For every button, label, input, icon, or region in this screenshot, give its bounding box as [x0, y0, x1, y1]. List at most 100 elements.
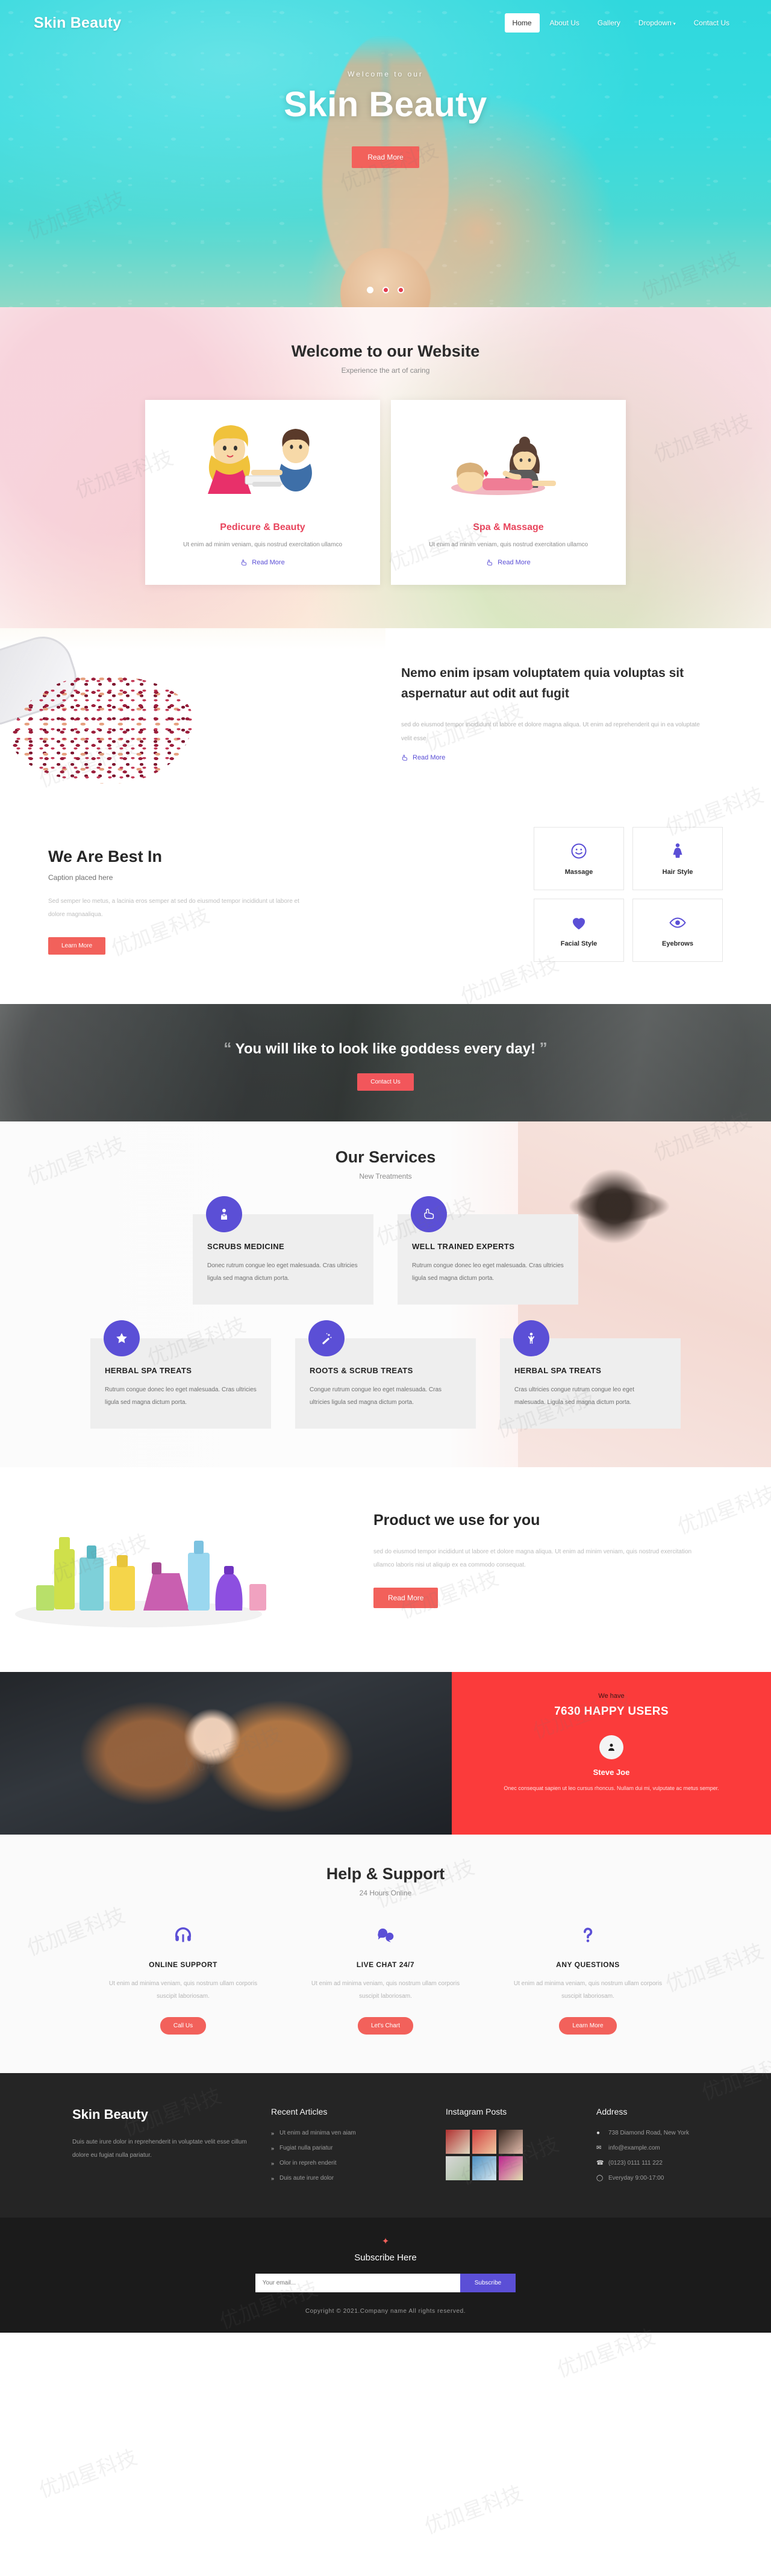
service-card-scrubs-medicine[interactable]: SCRUBS MEDICINE Donec rutrum congue leo …: [193, 1196, 373, 1305]
service-card-text: Donec rutrum congue leo eget malesuada. …: [207, 1262, 358, 1282]
subscribe-section: ✦ Subscribe Here Subscribe Copyright © 2…: [0, 2218, 771, 2333]
slider-dot-3[interactable]: [397, 287, 404, 293]
subscribe-button[interactable]: Subscribe: [460, 2274, 516, 2292]
product-read-more-button[interactable]: Read More: [373, 1587, 439, 1608]
tile-facial-style[interactable]: Facial Style: [534, 899, 624, 962]
help-learn-more-button[interactable]: Learn More: [559, 2017, 617, 2035]
instagram-thumb[interactable]: [446, 2130, 470, 2154]
footer-article-item[interactable]: » Ut enim ad minima ven aiam: [271, 2130, 428, 2136]
site-logo[interactable]: Skin Beauty: [34, 14, 121, 32]
address-email[interactable]: ✉ info@example.com: [596, 2145, 735, 2151]
address-phone[interactable]: ☎ (0123) 0111 111 222: [596, 2160, 735, 2166]
welcome-card-text: Ut enim ad minim veniam, quis nostrud ex…: [429, 541, 588, 548]
instagram-thumb[interactable]: [446, 2156, 470, 2180]
hero-read-more-button[interactable]: Read More: [352, 146, 419, 168]
footer-about-column: Skin Beauty Duis aute irure dolor in rep…: [72, 2107, 253, 2190]
sparkle-icon: ✦: [381, 2236, 390, 2247]
spa-illustration: [407, 413, 610, 519]
chevron-right-icon: »: [271, 2130, 275, 2136]
chevron-right-icon: »: [271, 2160, 275, 2166]
welcome-card-read-more[interactable]: Read More: [486, 559, 531, 566]
chevron-right-icon: »: [271, 2145, 275, 2151]
welcome-cards: Pedicure & Beauty Ut enim ad minim venia…: [0, 400, 771, 585]
footer-instagram-column: Instagram Posts: [446, 2107, 578, 2190]
avatar: [599, 1735, 623, 1759]
tile-label: Facial Style: [560, 940, 598, 947]
services-title: Our Services: [335, 1148, 436, 1166]
address-hours-text: Everyday 9:00-17:00: [608, 2175, 664, 2181]
hero-title: Skin Beauty: [284, 85, 487, 124]
quote-heading: “ You will like to look like goddess eve…: [223, 1035, 547, 1062]
testimonial-quote: Onec consequat sapien ut leo cursus rhon…: [504, 1785, 719, 1791]
hero-kicker: Welcome to our: [348, 70, 423, 78]
nemo-read-more[interactable]: Read More: [401, 754, 445, 761]
tile-hair-style[interactable]: Hair Style: [632, 827, 723, 890]
nav-item-home[interactable]: Home: [504, 13, 540, 33]
instagram-thumb[interactable]: [499, 2130, 523, 2154]
hand-icon: [402, 755, 407, 761]
happy-users-panel: We have 7630 HAPPY USERS Steve Joe Onec …: [452, 1672, 771, 1835]
hand-icon: [487, 560, 493, 566]
footer-article-item[interactable]: » Fugiat nulla pariatur: [271, 2145, 428, 2151]
footer-article-label: Olor in repreh enderit: [279, 2160, 337, 2166]
welcome-card-pedicure[interactable]: Pedicure & Beauty Ut enim ad minim venia…: [145, 400, 380, 585]
page-root: Skin Beauty Home About Us Gallery Dropdo…: [0, 0, 771, 2539]
nav-item-contact-us[interactable]: Contact Us: [686, 13, 737, 33]
nav-item-about-us[interactable]: About Us: [542, 13, 587, 33]
user-icon: [608, 1744, 614, 1751]
footer-article-item[interactable]: » Duis aute irure dolor: [271, 2175, 428, 2181]
nav-item-gallery[interactable]: Gallery: [590, 13, 628, 33]
address-hours: ◯ Everyday 9:00-17:00: [596, 2175, 735, 2181]
slider-dot-1[interactable]: [367, 287, 374, 293]
copyright-text: Copyright © 2021.Company name All rights…: [305, 2308, 466, 2315]
hero-content: Welcome to our Skin Beauty Read More: [0, 33, 771, 168]
quote-content: “ You will like to look like goddess eve…: [223, 1035, 548, 1091]
clock-icon: ◯: [596, 2175, 604, 2181]
help-support-section: Help & Support 24 Hours Online ONLINE SU…: [0, 1835, 771, 2073]
service-card-well-trained-experts[interactable]: WELL TRAINED EXPERTS Rutrum congue donec…: [398, 1196, 578, 1305]
product-body: sed do eiusmod tempor incididunt ut labo…: [373, 1548, 692, 1568]
instagram-thumb[interactable]: [472, 2156, 496, 2180]
hero-slider-dots: [0, 285, 771, 296]
footer-address-column: Address ● 738 Diamond Road, New York ✉ inf…: [596, 2107, 735, 2190]
footer-logo[interactable]: Skin Beauty: [72, 2107, 253, 2122]
quote-contact-us-button[interactable]: Contact Us: [357, 1073, 414, 1091]
best-in-learn-more-button[interactable]: Learn More: [48, 937, 106, 955]
testimonial-kicker: We have: [598, 1692, 625, 1700]
help-lets-chat-button[interactable]: Let's Chart: [357, 2017, 414, 2035]
service-card-text: Rutrum congue donec leo eget malesuada. …: [412, 1262, 564, 1282]
best-in-tiles: Massage Hair Style Facial Style Eyebrows: [534, 827, 723, 962]
quote-close-mark: ”: [539, 1039, 548, 1058]
help-column-text: Ut enim ad minima veniam, quis nostrum u…: [311, 1980, 460, 2000]
welcome-card-read-more[interactable]: Read More: [240, 559, 285, 566]
help-column-live-chat: LIVE CHAT 24/7 Ut enim ad minima veniam,…: [301, 1925, 470, 2035]
instagram-thumb[interactable]: [472, 2130, 496, 2154]
subscribe-email-input[interactable]: [255, 2274, 460, 2292]
footer-articles-list: » Ut enim ad minima ven aiam » Fugiat null…: [271, 2130, 428, 2181]
eye-icon: [669, 917, 686, 928]
help-call-us-button[interactable]: Call Us: [160, 2017, 207, 2035]
instagram-thumb[interactable]: [499, 2156, 523, 2180]
chevron-right-icon: »: [271, 2175, 275, 2181]
footer-article-item[interactable]: » Olor in repreh enderit: [271, 2160, 428, 2166]
product-text-block: Product we use for you sed do eiusmod te…: [361, 1495, 771, 1639]
quote-text: You will like to look like goddess every…: [235, 1041, 535, 1058]
nav-item-dropdown[interactable]: Dropdown ▾: [631, 13, 684, 33]
service-card-roots-scrub-treats[interactable]: ROOTS & SCRUB TREATS Congue rutrum congu…: [295, 1320, 476, 1429]
tile-massage[interactable]: Massage: [534, 827, 624, 890]
welcome-card-read-more-label: Read More: [252, 559, 285, 566]
help-column-title: LIVE CHAT 24/7: [356, 1960, 415, 1969]
service-card-herbal-spa-treats-1[interactable]: HERBAL SPA TREATS Rutrum congue donec le…: [90, 1320, 271, 1429]
best-in-caption: Caption placed here: [48, 873, 113, 882]
address-phone-text: (0123) 0111 111 222: [608, 2160, 663, 2166]
smiley-icon: [571, 843, 587, 858]
welcome-card-spa[interactable]: Spa & Massage Ut enim ad minim veniam, q…: [391, 400, 626, 585]
service-card-title: HERBAL SPA TREATS: [105, 1366, 192, 1375]
phone-icon: ☎: [596, 2160, 604, 2166]
nemo-heading: Nemo enim ipsam voluptatem quia voluptas…: [401, 666, 684, 700]
tile-eyebrows[interactable]: Eyebrows: [632, 899, 723, 962]
slider-dot-2[interactable]: [382, 287, 389, 293]
envelope-icon: ✉: [596, 2145, 602, 2151]
services-subtitle: New Treatments: [359, 1172, 412, 1180]
service-card-herbal-spa-treats-2[interactable]: HERBAL SPA TREATS Cras ultricies congue …: [500, 1320, 681, 1429]
